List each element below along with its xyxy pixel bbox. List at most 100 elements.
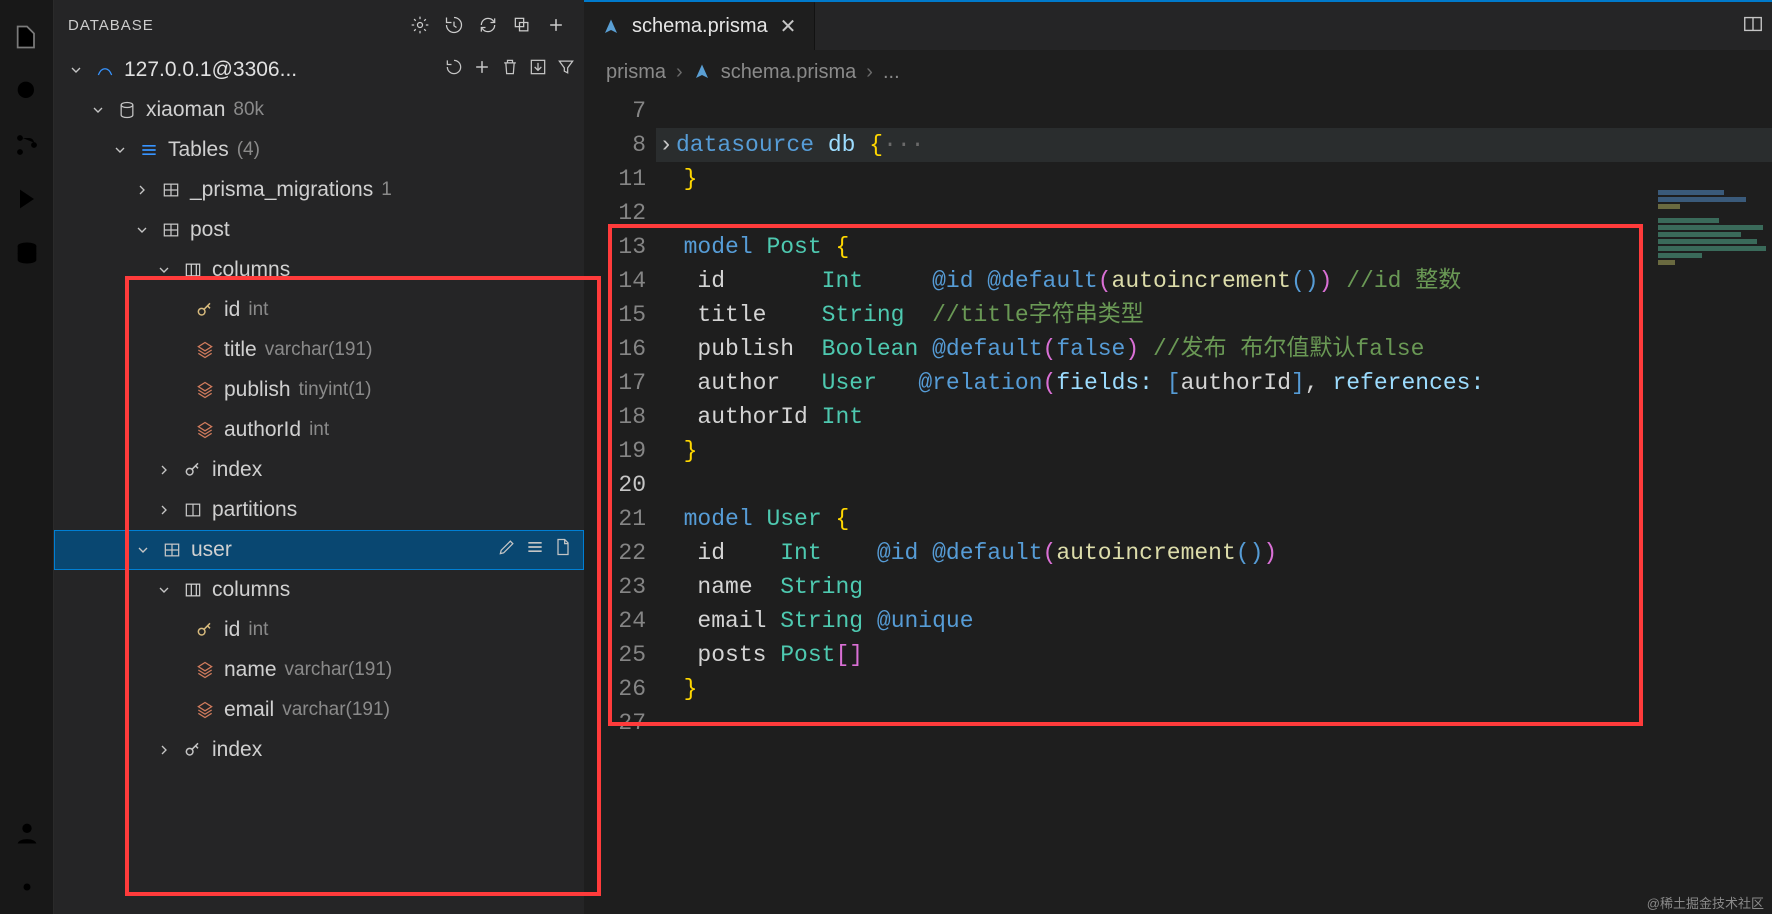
partitions-label: partitions [212,498,297,522]
user-col-email[interactable]: email varchar(191) [54,690,584,730]
col-name: id [224,298,240,322]
history-icon[interactable] [440,11,468,39]
column-icon [194,380,216,400]
plus-icon[interactable] [542,11,570,39]
user-index[interactable]: index [54,730,584,770]
post-columns[interactable]: columns [54,250,584,290]
gear-icon[interactable] [406,11,434,39]
user-col-id[interactable]: id int [54,610,584,650]
chevron-down-icon [66,62,86,78]
index-label: index [212,738,262,762]
activity-account-icon[interactable] [0,806,54,860]
db-xiaoman[interactable]: xiaoman 80k [54,90,584,130]
col-name: publish [224,378,291,402]
post-col-authorid[interactable]: authorId int [54,410,584,450]
post-col-id[interactable]: id int [54,290,584,330]
post-col-publish[interactable]: publish tinyint(1) [54,370,584,410]
prisma-icon [602,16,620,38]
activity-bar [0,0,54,914]
post-index[interactable]: index [54,450,584,490]
split-editor-icon[interactable] [1742,13,1764,40]
line-gutter: 7 8 11 12 13 14 15 16 17 18 19 20 21 22 … [584,94,656,914]
database-tree: 127.0.0.1@3306... xiaoman 80k Tables (4) [54,50,584,914]
activity-database-icon[interactable] [0,226,54,280]
chevron-down-icon [154,262,174,278]
index-label: index [212,458,262,482]
mysql-icon [94,60,116,80]
database-icon [116,100,138,120]
post-partitions[interactable]: partitions [54,490,584,530]
partitions-icon [182,500,204,520]
key-icon [182,460,204,480]
columns-label: columns [212,578,290,602]
tables-folder[interactable]: Tables (4) [54,130,584,170]
db-stat: 80k [233,99,264,121]
chevron-down-icon [132,222,152,238]
edit-icon[interactable] [497,537,517,563]
col-name: id [224,618,240,642]
user-columns[interactable]: columns [54,570,584,610]
db-name: xiaoman [146,98,225,122]
crumb-folder[interactable]: prisma [606,61,666,84]
key-icon [194,300,216,320]
col-name: email [224,698,274,722]
tabs-row: schema.prisma ✕ [584,0,1772,50]
table-icon [161,540,183,560]
user-col-name[interactable]: name varchar(191) [54,650,584,690]
tab-label: schema.prisma [632,15,768,38]
col-name: authorId [224,418,301,442]
key-icon [182,740,204,760]
table-prisma-migrations[interactable]: _prisma_migrations 1 [54,170,584,210]
columns-label: columns [212,258,290,282]
collapse-icon[interactable] [508,11,536,39]
refresh-icon[interactable] [474,11,502,39]
col-type: tinyint(1) [299,379,372,401]
conn-refresh-icon[interactable] [444,57,464,83]
chevron-right-icon [154,742,174,758]
crumb-file[interactable]: schema.prisma [721,61,857,84]
column-icon [194,340,216,360]
chevron-right-icon: › [676,61,683,84]
chevron-right-icon [154,462,174,478]
list-icon[interactable] [525,537,545,563]
chevron-down-icon [110,142,130,158]
activity-search-icon[interactable] [0,64,54,118]
table-label: _prisma_migrations [190,178,373,202]
tables-count: (4) [237,139,260,161]
breadcrumb[interactable]: prisma › schema.prisma › ... [584,50,1772,94]
activity-gear-icon[interactable] [0,860,54,914]
sidebar-header: DATABASE [54,0,584,50]
editor-body[interactable]: 7 8 11 12 13 14 15 16 17 18 19 20 21 22 … [584,94,1772,914]
close-icon[interactable]: ✕ [780,14,797,39]
watermark: @稀土掘金技术社区 [1647,893,1764,912]
column-icon [194,700,216,720]
conn-filter-icon[interactable] [556,57,576,83]
col-name: name [224,658,277,682]
conn-delete-icon[interactable] [500,57,520,83]
chevron-right-icon: › [866,61,873,84]
col-type: int [248,299,268,321]
sidebar: DATABASE 127.0.0.1@3306... xiaoman 80k [54,0,584,914]
code-area[interactable]: ›datasource db {··· } model Post { id In… [656,94,1772,914]
table-icon [160,220,182,240]
connection-label: 127.0.0.1@3306... [124,58,297,82]
conn-export-icon[interactable] [528,57,548,83]
columns-icon [182,260,204,280]
connection-row[interactable]: 127.0.0.1@3306... [54,50,584,90]
activity-run-icon[interactable] [0,172,54,226]
column-icon [194,660,216,680]
table-user[interactable]: user [54,530,584,570]
chevron-down-icon [154,582,174,598]
newfile-icon[interactable] [553,537,573,563]
tab-schema-prisma[interactable]: schema.prisma ✕ [584,2,815,50]
post-col-title[interactable]: title varchar(191) [54,330,584,370]
activity-scm-icon[interactable] [0,118,54,172]
table-post[interactable]: post [54,210,584,250]
activity-files-icon[interactable] [0,10,54,64]
chevron-down-icon [88,102,108,118]
col-type: varchar(191) [282,699,390,721]
col-name: title [224,338,257,362]
col-type: varchar(191) [285,659,393,681]
conn-add-icon[interactable] [472,57,492,83]
minimap[interactable] [1658,190,1768,280]
